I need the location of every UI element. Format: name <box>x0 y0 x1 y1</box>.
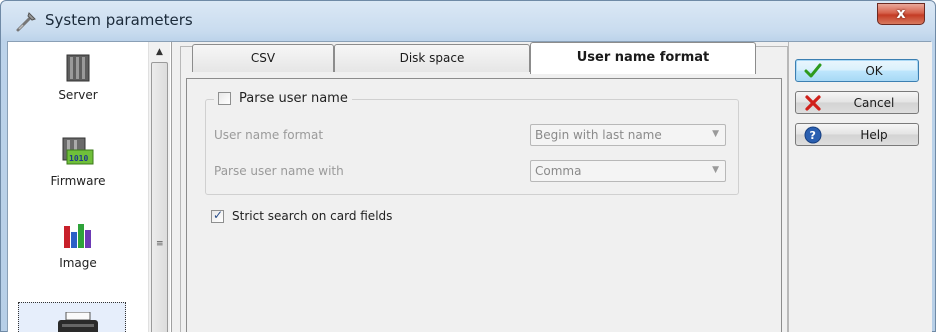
cancel-label: Cancel <box>853 96 895 110</box>
nav-label-server: Server <box>58 88 98 102</box>
tab-csv[interactable]: CSV <box>192 44 334 72</box>
close-icon: x <box>896 6 906 22</box>
tab-label: User name format <box>576 50 710 65</box>
scrollbar-thumb[interactable]: ≡ <box>151 62 168 332</box>
client-area: Server 1010 Firmware Image ▲ ≡ CSV Disk … <box>7 41 932 332</box>
svg-text:?: ? <box>810 129 816 142</box>
image-icon <box>64 224 91 248</box>
svg-text:1010: 1010 <box>69 154 88 163</box>
category-list: Server 1010 Firmware Image ▲ ≡ <box>8 42 172 332</box>
nav-item-image[interactable]: Image <box>8 220 148 270</box>
scroll-up-arrow-icon[interactable]: ▲ <box>151 44 168 60</box>
help-button[interactable]: ? Help <box>795 123 919 146</box>
ok-label: OK <box>865 64 883 78</box>
dialog-buttons: OK Cancel ? Help <box>788 42 932 332</box>
nav-item-server[interactable]: Server <box>8 54 148 102</box>
nav-label-firmware: Firmware <box>50 174 106 188</box>
parse-with-select[interactable]: Comma ▼ <box>530 160 726 182</box>
cancel-x-icon <box>805 95 821 111</box>
parse-user-name-checkbox[interactable] <box>218 92 231 105</box>
checkmark-icon <box>804 63 822 78</box>
tab-label: Disk space <box>399 51 465 65</box>
server-icon <box>66 54 90 82</box>
parse-with-value: Comma <box>535 164 582 178</box>
window-title: System parameters <box>45 11 193 29</box>
strict-search-checkbox[interactable] <box>211 208 224 223</box>
user-name-format-label: User name format <box>214 128 324 142</box>
nav-item-printer[interactable] <box>8 302 148 332</box>
strict-search-label: Strict search on card fields <box>232 209 393 223</box>
grip-icon: ≡ <box>156 239 164 249</box>
tab-disk-space[interactable]: Disk space <box>334 44 530 72</box>
parse-user-name-group: Parse user name User name format Begin w… <box>205 91 739 195</box>
tab-label: CSV <box>250 51 276 65</box>
close-button[interactable]: x <box>877 3 925 25</box>
nav-label-image: Image <box>59 256 97 270</box>
parse-user-name-label: Parse user name <box>239 91 348 106</box>
chevron-down-icon: ▼ <box>712 129 719 139</box>
strict-search-option[interactable]: Strict search on card fields <box>211 208 393 223</box>
chevron-down-icon: ▼ <box>712 165 719 175</box>
cancel-button[interactable]: Cancel <box>795 91 919 114</box>
tab-content: Parse user name User name format Begin w… <box>186 78 782 332</box>
parse-user-name-toggle[interactable]: Parse user name <box>214 91 352 106</box>
printer-icon <box>58 312 98 332</box>
ok-button[interactable]: OK <box>795 59 919 82</box>
system-parameters-window: System parameters x Server 1010 Firmware… <box>0 0 936 332</box>
user-name-format-value: Begin with last name <box>535 128 662 142</box>
nav-scrollbar[interactable]: ▲ ≡ <box>148 42 170 332</box>
wrench-icon <box>16 12 36 32</box>
tab-user-name-format[interactable]: User name format <box>530 42 756 74</box>
firmware-icon: 1010 <box>62 137 94 165</box>
user-name-format-select[interactable]: Begin with last name ▼ <box>530 124 726 146</box>
parse-with-label: Parse user name with <box>214 164 344 178</box>
title-bar[interactable]: System parameters x <box>1 1 935 41</box>
help-label: Help <box>860 128 888 142</box>
nav-item-firmware[interactable]: 1010 Firmware <box>8 136 148 188</box>
help-icon: ? <box>804 126 822 144</box>
